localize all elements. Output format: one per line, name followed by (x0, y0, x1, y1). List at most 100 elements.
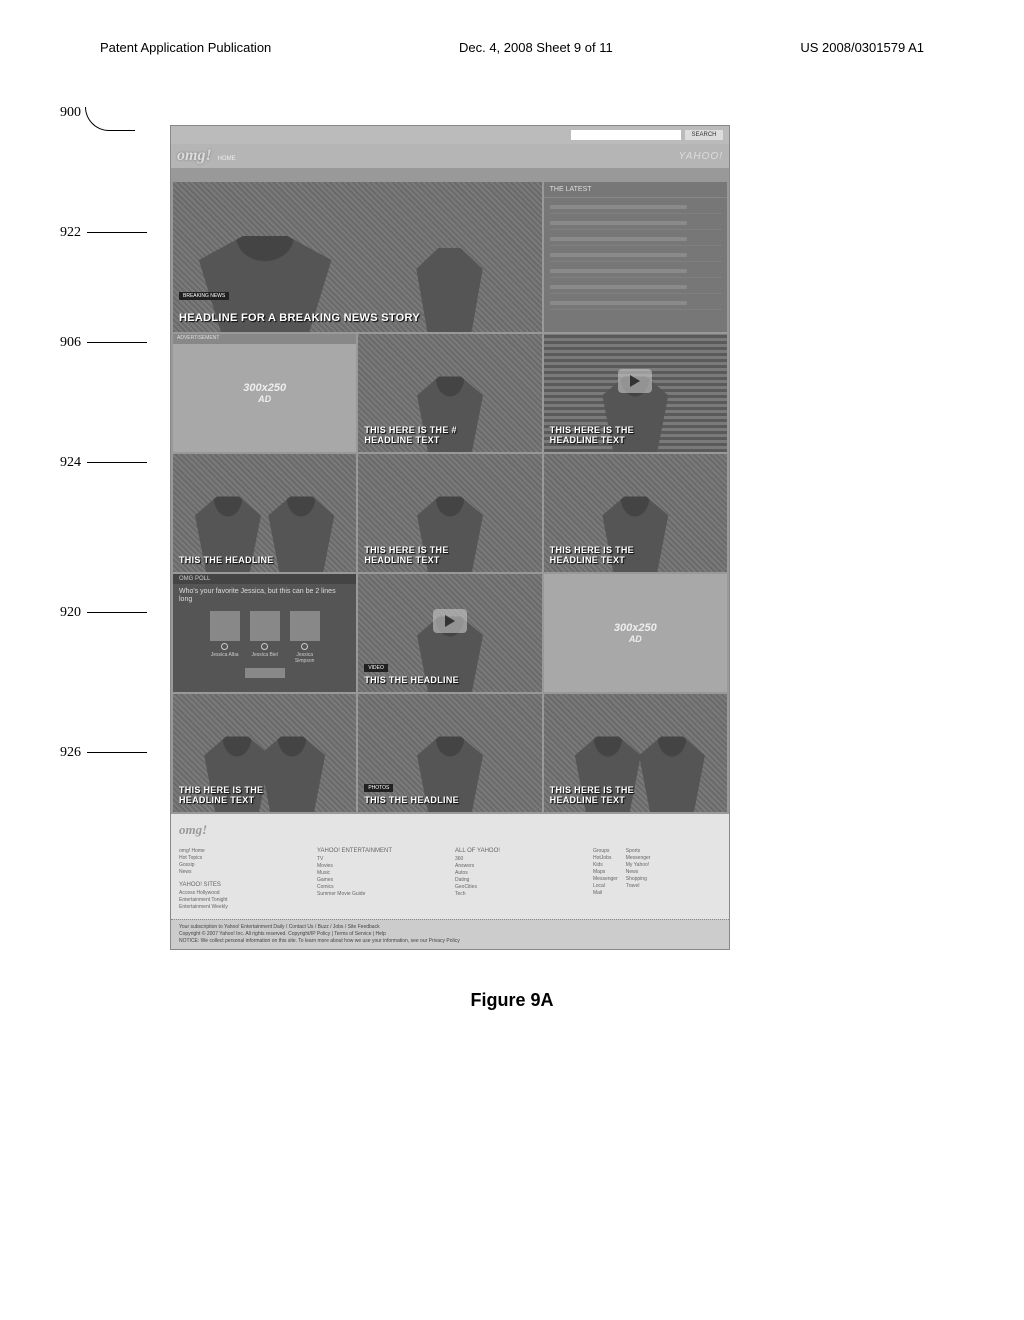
footer-link[interactable]: Movies (317, 863, 445, 870)
story-tile[interactable]: THIS HERE IS THE HEADLINE TEXT (173, 694, 356, 812)
footer-link[interactable]: Local (593, 883, 618, 890)
footer-link[interactable]: TV (317, 856, 445, 863)
footer-note-line: Copyright © 2007 Yahoo! Inc. All rights … (179, 931, 721, 938)
callout-906: 906 (60, 335, 147, 351)
footer-link[interactable]: News (179, 869, 307, 876)
footer-notes: Your subscription to Yahoo! Entertainmen… (171, 919, 729, 949)
footer-link[interactable]: Comics (317, 884, 445, 891)
footer-link[interactable]: Access Hollywood (179, 890, 307, 897)
poll-thumb (210, 611, 240, 641)
tile-headline: THIS HERE IS THE HEADLINE TEXT (550, 786, 721, 806)
ad-sub: AD (258, 394, 271, 404)
latest-item[interactable] (550, 232, 721, 246)
story-tile-video[interactable]: VIDEO THIS THE HEADLINE (358, 574, 541, 692)
footer-link[interactable]: Music (317, 870, 445, 877)
vote-button[interactable] (245, 668, 285, 678)
footer-link[interactable]: Autos (455, 870, 583, 877)
latest-item[interactable] (550, 296, 721, 310)
latest-item[interactable] (550, 200, 721, 214)
home-link[interactable]: HOME (218, 156, 236, 162)
play-icon (433, 609, 467, 633)
search-button[interactable]: SEARCH (685, 130, 723, 140)
latest-item[interactable] (550, 248, 721, 262)
footer-link[interactable]: HotJobs (593, 855, 618, 862)
footer-link[interactable]: Dating (455, 877, 583, 884)
site-logo[interactable]: omg! (177, 147, 212, 165)
radio-icon[interactable] (221, 643, 228, 650)
footer-link[interactable]: Messenger (593, 876, 618, 883)
footer-link[interactable]: Groups (593, 848, 618, 855)
story-tile[interactable]: THIS THE HEADLINE (173, 454, 356, 572)
page-header-row: Patent Application Publication Dec. 4, 2… (50, 40, 974, 85)
hero-tag: BREAKING NEWS (179, 292, 229, 300)
partner-logo[interactable]: YAHOO! (679, 151, 723, 162)
footer-link[interactable]: 360 (455, 856, 583, 863)
poll-option[interactable]: Jessica Alba (208, 611, 242, 664)
story-tile[interactable]: THIS HERE IS THE HEADLINE TEXT (358, 454, 541, 572)
footer-link[interactable]: Messenger (626, 855, 651, 862)
footer-note-line: Your subscription to Yahoo! Entertainmen… (179, 924, 721, 931)
footer-link[interactable]: News (626, 869, 651, 876)
story-tile-video[interactable]: THIS HERE IS THE HEADLINE TEXT (544, 334, 727, 452)
footer-link[interactable]: Hot Topics (179, 855, 307, 862)
ad-tile[interactable]: ADVERTISEMENT 300x250 AD (173, 334, 356, 452)
story-tile[interactable]: THIS HERE IS THE HEADLINE TEXT (544, 694, 727, 812)
latest-item[interactable] (550, 216, 721, 230)
footer-link[interactable]: GeoCities (455, 884, 583, 891)
footer-link[interactable]: Answers (455, 863, 583, 870)
radio-icon[interactable] (301, 643, 308, 650)
latest-item[interactable] (550, 280, 721, 294)
callout-920: 920 (60, 605, 147, 621)
footer-link[interactable]: Shopping (626, 876, 651, 883)
footer-heading: ALL OF YAHOO! (455, 848, 583, 854)
content-grid: BREAKING NEWS HEADLINE FOR A BREAKING NE… (171, 180, 729, 814)
tile-headline: THIS THE HEADLINE (364, 796, 535, 806)
footer-link[interactable]: Games (317, 877, 445, 884)
story-tile[interactable]: THIS HERE IS THE HEADLINE TEXT (544, 454, 727, 572)
nav-tabs (171, 168, 729, 180)
footer-link[interactable]: Tech (455, 891, 583, 898)
nav-tab[interactable] (181, 171, 183, 177)
callout-920-label: 920 (60, 605, 81, 620)
footer-col: Groups HotJobs Kids Maps Messenger Local… (593, 848, 721, 911)
footer-link[interactable]: Maps (593, 869, 618, 876)
latest-item[interactable] (550, 264, 721, 278)
hero-tile[interactable]: BREAKING NEWS HEADLINE FOR A BREAKING NE… (173, 182, 542, 332)
nav-tab[interactable] (195, 171, 197, 177)
tile-tag: VIDEO (364, 664, 388, 672)
callout-900-label: 900 (60, 105, 81, 120)
story-tile[interactable]: THIS HERE IS THE # HEADLINE TEXT (358, 334, 541, 452)
footer-grid: omg! omg! Home Hot Topics Gossip News YA… (171, 814, 729, 919)
tile-headline: THIS THE HEADLINE (364, 676, 535, 686)
callout-900: 900 (60, 105, 131, 129)
ad-tile[interactable]: 300x250 AD (544, 574, 727, 692)
footer-heading: YAHOO! SITES (179, 882, 307, 888)
poll-question: Who's your favorite Jessica, but this ca… (173, 584, 356, 607)
tile-headline: THIS HERE IS THE # HEADLINE TEXT (364, 426, 535, 446)
footer-link[interactable]: Mail (593, 890, 618, 897)
radio-icon[interactable] (261, 643, 268, 650)
nav-tab[interactable] (208, 171, 210, 177)
poll-option[interactable]: Jessica Biel (248, 611, 282, 664)
header-right: US 2008/0301579 A1 (800, 40, 924, 55)
search-input[interactable] (571, 130, 681, 140)
callout-926-label: 926 (60, 745, 81, 760)
footer-link[interactable]: Gossip (179, 862, 307, 869)
poll-option[interactable]: Jessica Simpson (288, 611, 322, 664)
footer-col: YAHOO! ENTERTAINMENT TV Movies Music Gam… (317, 848, 445, 911)
footer-link[interactable]: My Yahoo! (626, 862, 651, 869)
footer-link[interactable]: Kids (593, 862, 618, 869)
footer-note-line: NOTICE: We collect personal information … (179, 938, 721, 945)
callout-922: 922 (60, 225, 147, 241)
top-utility-bar: SEARCH (171, 126, 729, 144)
footer-link[interactable]: Sports (626, 848, 651, 855)
tile-headline: THIS HERE IS THE HEADLINE TEXT (364, 546, 535, 566)
footer-link[interactable]: Summer Movie Guide (317, 891, 445, 898)
latest-header: THE LATEST (544, 182, 727, 198)
footer-link[interactable]: Entertainment Weekly (179, 904, 307, 911)
callout-922-label: 922 (60, 225, 81, 240)
story-tile[interactable]: PHOTOS THIS THE HEADLINE (358, 694, 541, 812)
footer-link[interactable]: Travel (626, 883, 651, 890)
footer-link[interactable]: omg! Home (179, 848, 307, 855)
footer-link[interactable]: Entertainment Tonight (179, 897, 307, 904)
